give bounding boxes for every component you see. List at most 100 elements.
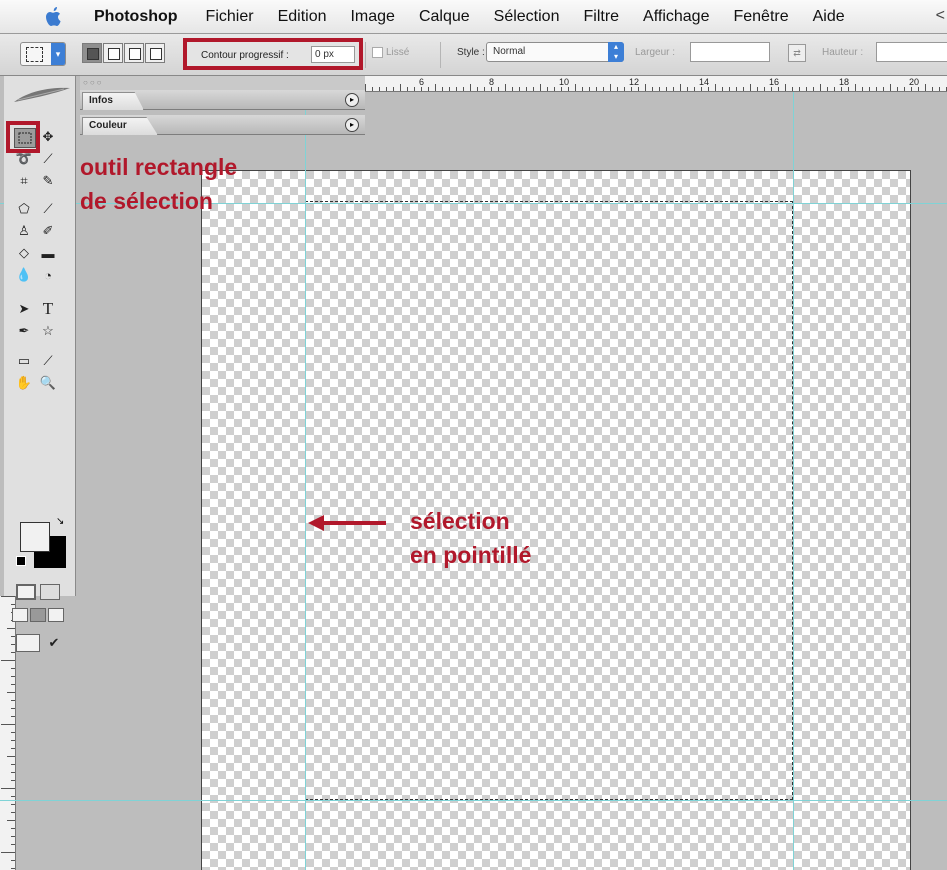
quick-mask-button[interactable] bbox=[40, 584, 60, 600]
default-colors-icon[interactable] bbox=[16, 556, 26, 566]
history-brush-icon[interactable]: ✐ bbox=[38, 222, 58, 240]
ruler-tick bbox=[526, 87, 527, 91]
ruler-tick bbox=[862, 87, 863, 91]
style-select[interactable]: Normal ▴ ▾ bbox=[486, 42, 624, 62]
screen-mode-menu-button[interactable] bbox=[30, 608, 46, 622]
ruler-tick bbox=[869, 87, 870, 91]
magic-wand-icon[interactable]: ⟋ bbox=[38, 150, 58, 168]
swap-dimensions-icon[interactable]: ⇄ bbox=[788, 44, 806, 62]
screen-mode-standard-button[interactable] bbox=[12, 608, 28, 622]
antialias-checkbox[interactable]: Lissé bbox=[372, 47, 409, 58]
foreground-color-swatch[interactable] bbox=[20, 522, 50, 552]
blur-icon[interactable]: 💧 bbox=[14, 266, 34, 284]
dodge-icon[interactable]: ◔ bbox=[38, 266, 58, 284]
standard-mode-button[interactable] bbox=[16, 584, 36, 600]
menu-selection[interactable]: Sélection bbox=[494, 8, 560, 26]
ruler-tick bbox=[596, 87, 597, 91]
tab-infos[interactable]: Infos bbox=[82, 92, 144, 110]
menu-fichier[interactable]: Fichier bbox=[206, 8, 254, 26]
feather-input[interactable]: 0 px bbox=[311, 46, 355, 63]
hand-icon[interactable]: ✋ bbox=[14, 374, 34, 392]
checkmark-icon[interactable]: ✔ bbox=[44, 634, 64, 652]
guide-horizontal[interactable] bbox=[0, 800, 947, 801]
tab-couleur[interactable]: Couleur bbox=[82, 117, 158, 135]
width-input[interactable] bbox=[690, 42, 770, 62]
swap-colors-icon[interactable]: ↘ bbox=[56, 516, 64, 527]
healing-brush-icon[interactable]: ⬠ bbox=[14, 200, 34, 218]
eraser-icon[interactable]: ◇ bbox=[14, 244, 34, 262]
tool-preset-picker[interactable]: ▾ bbox=[20, 42, 66, 66]
ruler-label: 18 bbox=[839, 77, 850, 87]
menu-aide[interactable]: Aide bbox=[813, 8, 845, 26]
arrow-left-icon bbox=[308, 515, 386, 531]
menu-bar: Photoshop Fichier Edition Image Calque S… bbox=[0, 0, 947, 34]
style-select-value: Normal bbox=[493, 46, 526, 57]
ruler-tick bbox=[11, 812, 15, 813]
ruler-tick bbox=[11, 700, 15, 701]
zoom-icon[interactable]: 🔍 bbox=[38, 374, 58, 392]
selection-mode-group bbox=[82, 43, 166, 63]
jump-to-imageready-button[interactable] bbox=[16, 634, 40, 652]
ruler-tick bbox=[666, 87, 667, 91]
ruler-top: 6 8 10 12 14 16 18 20 bbox=[365, 76, 947, 92]
palette-title-bar[interactable]: ○○○ bbox=[80, 76, 365, 91]
menu-image[interactable]: Image bbox=[350, 8, 394, 26]
crop-icon[interactable]: ⌗ bbox=[14, 172, 34, 190]
menu-fenetre[interactable]: Fenêtre bbox=[733, 8, 788, 26]
guide-vertical[interactable] bbox=[793, 92, 794, 870]
ruler-tick bbox=[11, 644, 15, 645]
screen-mode-full-button[interactable] bbox=[48, 608, 64, 622]
menu-calque[interactable]: Calque bbox=[419, 8, 470, 26]
ruler-tick bbox=[505, 84, 506, 91]
menu-photoshop[interactable]: Photoshop bbox=[94, 8, 178, 26]
ruler-tick bbox=[7, 692, 15, 693]
menu-edition[interactable]: Edition bbox=[278, 8, 327, 26]
brush-icon[interactable]: ⟋ bbox=[38, 200, 58, 218]
move-icon[interactable]: ✥ bbox=[38, 128, 58, 146]
ruler-tick bbox=[750, 84, 751, 91]
notes-icon[interactable]: ▭ bbox=[14, 352, 34, 370]
path-selection-icon[interactable]: ➤ bbox=[14, 300, 34, 318]
width-label: Largeur : bbox=[635, 47, 676, 58]
ruler-tick bbox=[925, 84, 926, 91]
slice-icon[interactable]: ✎ bbox=[38, 172, 58, 190]
clone-stamp-icon[interactable]: ♙ bbox=[14, 222, 34, 240]
ruler-tick bbox=[11, 780, 15, 781]
ruler-tick bbox=[11, 804, 15, 805]
new-selection-button[interactable] bbox=[82, 43, 102, 63]
guide-vertical[interactable] bbox=[305, 92, 306, 870]
ruler-tick bbox=[11, 764, 15, 765]
ruler-tick bbox=[624, 87, 625, 91]
ruler-tick bbox=[589, 87, 590, 91]
gradient-icon[interactable]: ▬ bbox=[38, 244, 58, 262]
ruler-label: 8 bbox=[489, 77, 495, 87]
panel-menu-icon[interactable]: ▸ bbox=[345, 118, 359, 132]
menu-extra-glyph: < bbox=[935, 7, 945, 24]
ruler-tick bbox=[11, 604, 15, 605]
ruler-tick bbox=[400, 84, 401, 91]
menu-affichage[interactable]: Affichage bbox=[643, 8, 709, 26]
subtract-from-selection-button[interactable] bbox=[124, 43, 144, 63]
ruler-tick bbox=[1, 596, 15, 597]
ruler-tick bbox=[680, 84, 681, 91]
pen-icon[interactable]: ✒ bbox=[14, 322, 34, 340]
shape-icon[interactable]: ☆ bbox=[38, 322, 58, 340]
ruler-tick bbox=[484, 87, 485, 91]
apple-icon[interactable] bbox=[44, 6, 64, 27]
type-icon[interactable]: T bbox=[38, 299, 58, 318]
ruler-tick bbox=[659, 87, 660, 91]
menu-filtre[interactable]: Filtre bbox=[583, 8, 619, 26]
ruler-tick bbox=[834, 87, 835, 91]
rectangular-marquee-icon bbox=[26, 47, 43, 62]
ruler-label: 20 bbox=[909, 77, 920, 87]
height-input[interactable] bbox=[876, 42, 947, 62]
eyedropper-icon[interactable]: ⟋ bbox=[38, 352, 58, 370]
intersect-selection-button[interactable] bbox=[145, 43, 165, 63]
panel-menu-icon[interactable]: ▸ bbox=[345, 93, 359, 107]
ruler-tick bbox=[603, 87, 604, 91]
ruler-tick bbox=[827, 87, 828, 91]
marquee-tool-highlight-box bbox=[6, 121, 40, 153]
add-to-selection-button[interactable] bbox=[103, 43, 123, 63]
ruler-tick bbox=[456, 87, 457, 91]
ruler-tick bbox=[715, 84, 716, 91]
